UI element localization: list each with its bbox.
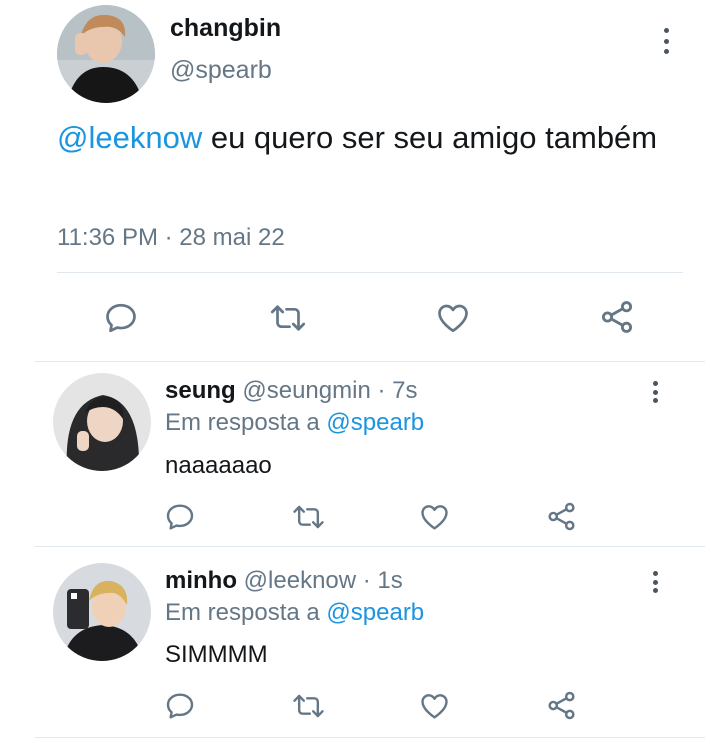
avatar[interactable]: [53, 373, 151, 471]
more-vertical-icon[interactable]: [656, 24, 676, 58]
tweet-timestamp[interactable]: 11:36 PM · 28 mai 22: [57, 224, 285, 252]
reply-context: Em resposta a @spearb: [165, 409, 424, 437]
mention-link[interactable]: @spearb: [326, 409, 424, 436]
relative-time[interactable]: 1s: [377, 567, 402, 594]
reply-header: seung @seungmin · 7s: [165, 377, 417, 405]
tweet-body: eu quero ser seu amigo também: [202, 120, 658, 155]
divider: [35, 737, 705, 738]
reply-context-prefix: Em resposta a: [165, 599, 327, 626]
more-vertical-icon[interactable]: [645, 567, 665, 597]
display-name[interactable]: minho: [165, 567, 237, 594]
reply-icon[interactable]: [164, 501, 196, 533]
display-name[interactable]: seung: [165, 377, 236, 404]
tweet-text: SIMMMM: [165, 641, 268, 668]
tweet-text: @leeknow eu quero ser seu amigo também: [57, 117, 677, 159]
heart-icon[interactable]: [418, 690, 451, 722]
separator-dot: ·: [356, 567, 378, 594]
tweet-text: naaaaaao: [165, 452, 272, 479]
separator-dot: ·: [370, 377, 393, 404]
display-name[interactable]: changbin: [170, 14, 281, 43]
share-icon[interactable]: [545, 689, 578, 722]
mention-link[interactable]: @spearb: [326, 599, 424, 626]
avatar[interactable]: [53, 563, 151, 661]
reply-header: minho @leeknow · 1s: [165, 567, 403, 595]
avatar-photo: [53, 373, 151, 471]
avatar[interactable]: [57, 5, 155, 103]
divider: [57, 272, 683, 273]
user-handle[interactable]: @spearb: [170, 56, 272, 85]
reply-icon[interactable]: [103, 300, 139, 336]
user-handle[interactable]: @seungmin: [242, 377, 370, 404]
retweet-icon[interactable]: [291, 501, 326, 533]
reply-context-prefix: Em resposta a: [165, 409, 327, 436]
reply-context: Em resposta a @spearb: [165, 599, 424, 627]
share-icon[interactable]: [545, 500, 578, 533]
retweet-icon[interactable]: [291, 690, 326, 722]
relative-time[interactable]: 7s: [392, 377, 417, 404]
retweet-icon[interactable]: [268, 300, 308, 336]
mention-link[interactable]: @leeknow: [57, 120, 202, 155]
heart-icon[interactable]: [418, 501, 451, 533]
divider: [35, 546, 705, 547]
heart-icon[interactable]: [434, 300, 472, 336]
avatar-photo: [53, 563, 151, 661]
share-icon[interactable]: [598, 298, 636, 336]
user-handle[interactable]: @leeknow: [244, 567, 356, 594]
divider: [35, 361, 705, 362]
avatar-photo: [57, 5, 155, 103]
reply-icon[interactable]: [164, 690, 196, 722]
more-vertical-icon[interactable]: [645, 377, 665, 407]
